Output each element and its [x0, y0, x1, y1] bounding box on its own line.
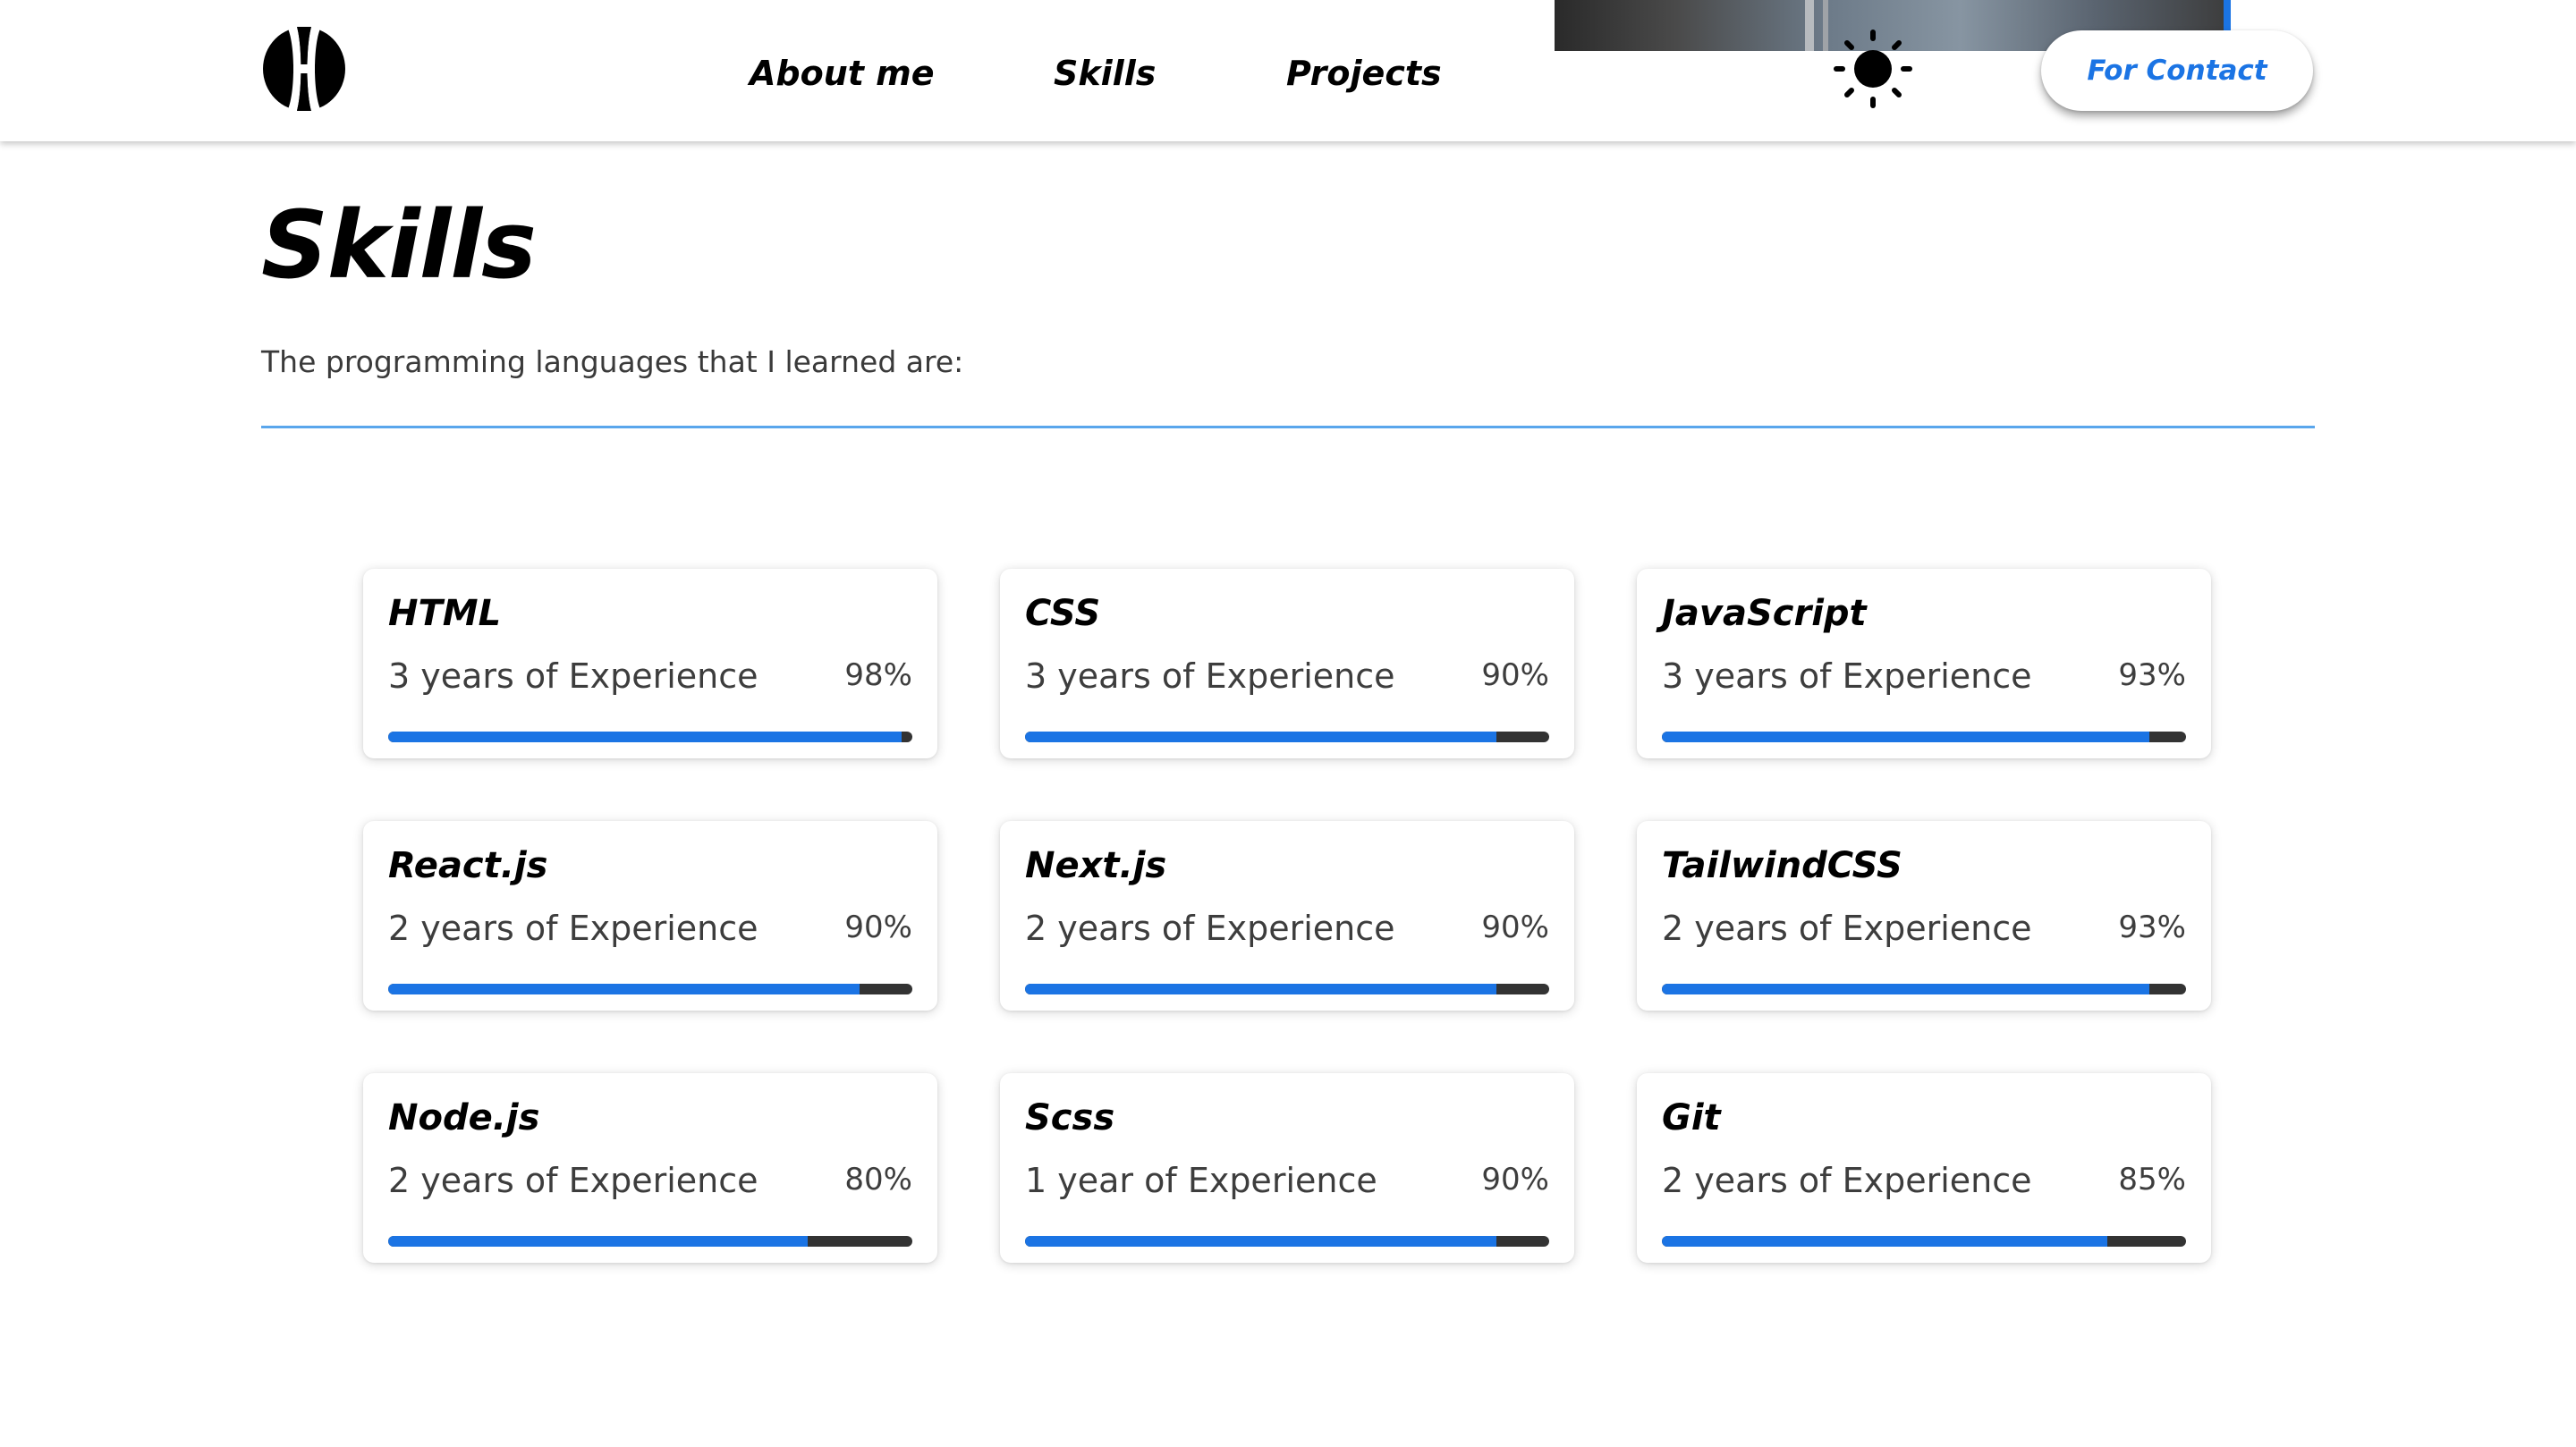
- skill-name: Node.js: [388, 1097, 540, 1138]
- progress-fill: [388, 732, 902, 742]
- skill-name: React.js: [388, 845, 548, 886]
- skill-percent: 90%: [844, 910, 912, 945]
- page-subtitle: The programming languages that I learned…: [261, 344, 964, 379]
- skill-experience: 2 years of Experience: [1662, 909, 2032, 948]
- sun-icon: [1834, 30, 1912, 108]
- skill-experience: 3 years of Experience: [388, 656, 758, 696]
- site-header: About me Skills Projects For Contact: [0, 0, 2576, 141]
- nav-skills[interactable]: Skills: [1054, 47, 1156, 100]
- skill-card-html: HTML 3 years of Experience 98%: [363, 569, 937, 758]
- skill-percent: 90%: [1481, 910, 1549, 945]
- progress-fill: [1662, 984, 2149, 994]
- skill-experience: 2 years of Experience: [388, 909, 758, 948]
- skill-name: JavaScript: [1662, 593, 1867, 634]
- skill-card-javascript: JavaScript 3 years of Experience 93%: [1637, 569, 2211, 758]
- skills-grid: HTML 3 years of Experience 98% CSS 3 yea…: [363, 569, 2215, 1263]
- progress-fill: [388, 984, 860, 994]
- skill-name: Next.js: [1025, 845, 1167, 886]
- skill-experience: 2 years of Experience: [1662, 1161, 2032, 1200]
- skill-experience: 3 years of Experience: [1662, 656, 2032, 696]
- progress-bar: [1025, 1236, 1549, 1247]
- skill-card-scss: Scss 1 year of Experience 90%: [1000, 1073, 1574, 1263]
- skill-experience: 2 years of Experience: [1025, 909, 1395, 948]
- skill-experience: 2 years of Experience: [388, 1161, 758, 1200]
- progress-bar: [1025, 732, 1549, 742]
- progress-bar: [388, 1236, 912, 1247]
- progress-fill: [1025, 732, 1497, 742]
- skill-name: HTML: [388, 593, 502, 634]
- skill-experience: 3 years of Experience: [1025, 656, 1395, 696]
- skill-percent: 80%: [844, 1162, 912, 1197]
- skill-percent: 93%: [2118, 657, 2186, 693]
- progress-bar: [388, 732, 912, 742]
- progress-fill: [388, 1236, 808, 1247]
- skill-percent: 98%: [844, 657, 912, 693]
- skill-card-nodejs: Node.js 2 years of Experience 80%: [363, 1073, 937, 1263]
- progress-bar: [1662, 1236, 2186, 1247]
- skill-card-tailwindcss: TailwindCSS 2 years of Experience 93%: [1637, 821, 2211, 1011]
- skill-percent: 90%: [1481, 657, 1549, 693]
- skill-percent: 93%: [2118, 910, 2186, 945]
- logo-link[interactable]: [261, 25, 347, 113]
- progress-bar: [388, 984, 912, 994]
- skill-card-reactjs: React.js 2 years of Experience 90%: [363, 821, 937, 1011]
- skill-card-nextjs: Next.js 2 years of Experience 90%: [1000, 821, 1574, 1011]
- theme-toggle[interactable]: [1830, 29, 1916, 109]
- skill-card-css: CSS 3 years of Experience 90%: [1000, 569, 1574, 758]
- skill-name: TailwindCSS: [1662, 845, 1902, 886]
- skill-percent: 85%: [2118, 1162, 2186, 1197]
- section-divider: [261, 426, 2315, 428]
- skill-card-git: Git 2 years of Experience 85%: [1637, 1073, 2211, 1263]
- skill-percent: 90%: [1481, 1162, 1549, 1197]
- monogram-logo-icon: [263, 27, 345, 111]
- progress-bar: [1662, 732, 2186, 742]
- contact-button[interactable]: For Contact: [2041, 30, 2313, 111]
- progress-fill: [1025, 1236, 1497, 1247]
- progress-fill: [1025, 984, 1497, 994]
- skill-name: CSS: [1025, 593, 1101, 634]
- nav-projects[interactable]: Projects: [1286, 47, 1442, 100]
- page-title: Skills: [261, 190, 537, 300]
- progress-fill: [1662, 732, 2149, 742]
- skill-name: Git: [1662, 1097, 1721, 1138]
- progress-bar: [1662, 984, 2186, 994]
- nav-about-me[interactable]: About me: [750, 47, 935, 100]
- progress-fill: [1662, 1236, 2108, 1247]
- progress-bar: [1025, 984, 1549, 994]
- skill-name: Scss: [1025, 1097, 1115, 1138]
- skill-experience: 1 year of Experience: [1025, 1161, 1377, 1200]
